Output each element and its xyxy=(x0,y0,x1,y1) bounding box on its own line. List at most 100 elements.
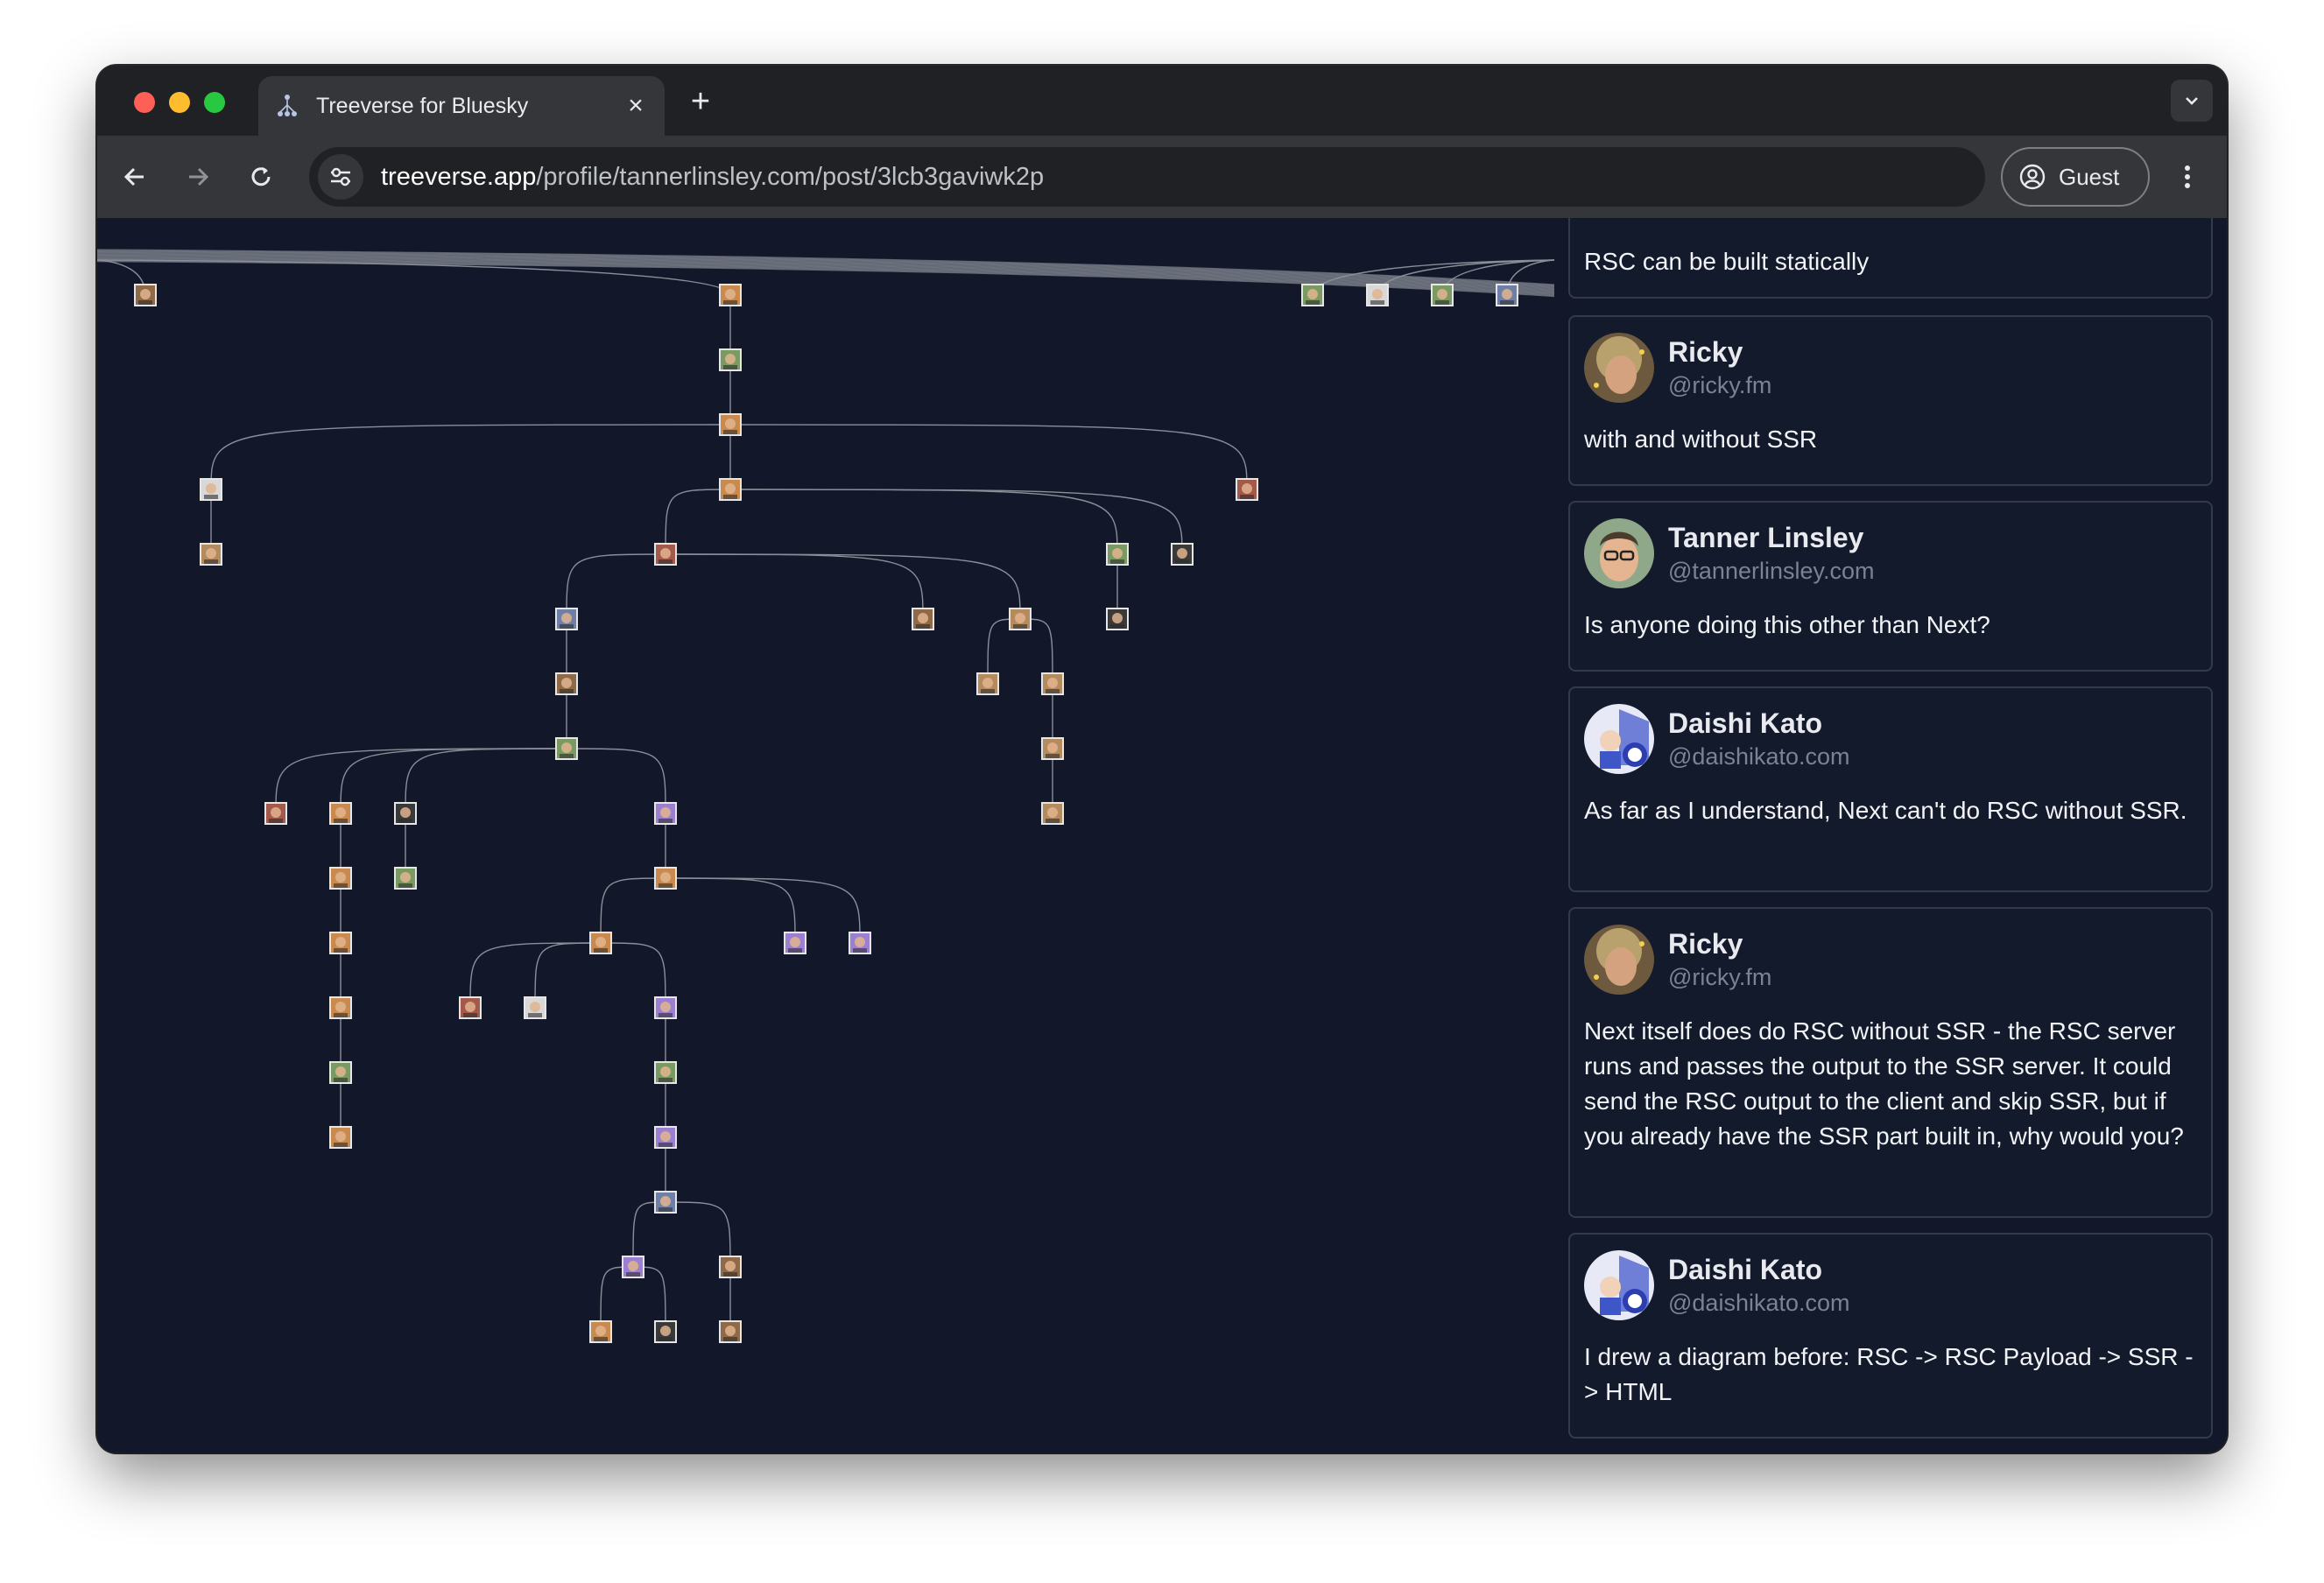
post-card[interactable]: Ricky @ricky.fm with and without SSR xyxy=(1568,315,2213,486)
handle[interactable]: @ricky.fm xyxy=(1668,961,1771,993)
address-bar[interactable]: treeverse.app/profile/tannerlinsley.com/… xyxy=(309,147,1985,207)
tanner-avatar-icon[interactable] xyxy=(1584,518,1654,588)
tree-node-avatar-icon[interactable] xyxy=(912,608,934,630)
tree-node-avatar-icon[interactable] xyxy=(849,932,871,954)
tree-node-avatar-icon[interactable] xyxy=(654,867,677,890)
tree-node-avatar-icon[interactable] xyxy=(329,802,352,825)
browser-menu-button[interactable] xyxy=(2167,157,2208,197)
tree-node-avatar-icon[interactable] xyxy=(589,932,612,954)
handle[interactable]: @daishikato.com xyxy=(1668,1287,1850,1319)
tree-node-avatar-icon[interactable] xyxy=(1496,284,1518,306)
display-name[interactable]: Tanner Linsley xyxy=(1668,520,1875,555)
tree-node-avatar-icon[interactable] xyxy=(524,996,546,1019)
tree-node-avatar-icon[interactable] xyxy=(329,1126,352,1149)
thread-sidebar: RSC can be built statically Ricky @ricky… xyxy=(1568,218,2213,1453)
daishi-avatar-icon[interactable] xyxy=(1584,1250,1654,1320)
handle[interactable]: @tannerlinsley.com xyxy=(1668,555,1875,587)
tab-strip: Treeverse for Bluesky × + xyxy=(97,66,2227,136)
tree-node-avatar-icon[interactable] xyxy=(1431,284,1454,306)
thread-tree[interactable] xyxy=(97,218,1554,1453)
handle[interactable]: @daishikato.com xyxy=(1668,741,1850,772)
tree-node-avatar-icon[interactable] xyxy=(654,1061,677,1084)
tree-edge xyxy=(665,877,796,944)
more-vert-icon xyxy=(2185,165,2190,188)
ricky-avatar-icon[interactable] xyxy=(1584,925,1654,995)
tree-node-avatar-icon[interactable] xyxy=(200,543,222,566)
profile-button[interactable]: Guest xyxy=(2001,147,2150,207)
tab-search-button[interactable] xyxy=(2171,80,2213,122)
display-name[interactable]: Daishi Kato xyxy=(1668,706,1850,741)
tree-edge xyxy=(729,424,1248,490)
display-name[interactable]: Ricky xyxy=(1668,334,1771,369)
tree-node-avatar-icon[interactable] xyxy=(394,867,417,890)
partial-post-card[interactable]: RSC can be built statically xyxy=(1568,218,2213,299)
tree-node-avatar-icon[interactable] xyxy=(394,802,417,825)
back-button[interactable] xyxy=(115,157,155,197)
tree-node-avatar-icon[interactable] xyxy=(329,867,352,890)
arrow-left-icon xyxy=(123,167,144,186)
post-card[interactable]: Daishi Kato @daishikato.com I drew a dia… xyxy=(1568,1233,2213,1439)
handle[interactable]: @ricky.fm xyxy=(1668,369,1771,401)
tree-edge xyxy=(729,489,1118,555)
tree-node-avatar-icon[interactable] xyxy=(719,478,742,501)
tree-node-avatar-icon[interactable] xyxy=(329,996,352,1019)
tree-node-avatar-icon[interactable] xyxy=(264,802,287,825)
tree-node-avatar-icon[interactable] xyxy=(654,996,677,1019)
tree-node-avatar-icon[interactable] xyxy=(654,543,677,566)
post-text: RSC can be built statically xyxy=(1584,248,1870,275)
tree-node-avatar-icon[interactable] xyxy=(1041,737,1064,760)
daishi-avatar-icon[interactable] xyxy=(1584,704,1654,774)
site-info-button[interactable] xyxy=(318,154,363,200)
tree-node-avatar-icon[interactable] xyxy=(329,932,352,954)
tree-node-avatar-icon[interactable] xyxy=(555,608,578,630)
close-tab-icon[interactable]: × xyxy=(623,93,649,119)
tree-node-avatar-icon[interactable] xyxy=(1366,284,1389,306)
new-tab-button[interactable]: + xyxy=(680,81,721,122)
tab-treeverse[interactable]: Treeverse for Bluesky × xyxy=(258,76,665,136)
tree-node-avatar-icon[interactable] xyxy=(976,672,999,695)
tree-node-avatar-icon[interactable] xyxy=(1106,543,1129,566)
tree-node-avatar-icon[interactable] xyxy=(622,1256,644,1278)
tree-node-avatar-icon[interactable] xyxy=(719,413,742,436)
tree-node-avatar-icon[interactable] xyxy=(1171,543,1194,566)
tree-node-avatar-icon[interactable] xyxy=(654,1320,677,1343)
tree-node-avatar-icon[interactable] xyxy=(200,478,222,501)
tree-node-avatar-icon[interactable] xyxy=(1301,284,1324,306)
display-name[interactable]: Ricky xyxy=(1668,926,1771,961)
tree-node-avatar-icon[interactable] xyxy=(1009,608,1032,630)
arrow-right-icon xyxy=(189,167,209,186)
tree-node-avatar-icon[interactable] xyxy=(719,284,742,306)
tree-node-avatar-icon[interactable] xyxy=(1041,802,1064,825)
forward-button[interactable] xyxy=(178,157,218,197)
tree-node-avatar-icon[interactable] xyxy=(654,1126,677,1149)
tree-node-avatar-icon[interactable] xyxy=(1041,672,1064,695)
tree-node-avatar-icon[interactable] xyxy=(134,284,157,306)
reload-button[interactable] xyxy=(241,157,281,197)
minimize-window-button[interactable] xyxy=(169,92,190,113)
tree-node-avatar-icon[interactable] xyxy=(555,737,578,760)
tree-node-avatar-icon[interactable] xyxy=(1236,478,1258,501)
tree-node-avatar-icon[interactable] xyxy=(555,672,578,695)
tree-node-avatar-icon[interactable] xyxy=(719,1256,742,1278)
post-card[interactable]: Ricky @ricky.fm Next itself does do RSC … xyxy=(1568,907,2213,1218)
treeverse-logo-icon xyxy=(278,95,297,116)
post-card[interactable]: Tanner Linsley @tannerlinsley.com Is any… xyxy=(1568,501,2213,672)
tree-node-avatar-icon[interactable] xyxy=(329,1061,352,1084)
close-window-button[interactable] xyxy=(134,92,155,113)
tree-node-avatar-icon[interactable] xyxy=(589,1320,612,1343)
maximize-window-button[interactable] xyxy=(204,92,225,113)
reload-icon xyxy=(251,167,271,186)
tree-edge xyxy=(665,553,1021,620)
tree-node-avatar-icon[interactable] xyxy=(784,932,806,954)
display-name[interactable]: Daishi Kato xyxy=(1668,1252,1850,1287)
tree-node-avatar-icon[interactable] xyxy=(654,1191,677,1214)
tree-node-avatar-icon[interactable] xyxy=(1106,608,1129,630)
post-card[interactable]: Daishi Kato @daishikato.com As far as I … xyxy=(1568,686,2213,892)
tree-node-avatar-icon[interactable] xyxy=(459,996,482,1019)
post-text: with and without SSR xyxy=(1584,426,1818,453)
tree-node-avatar-icon[interactable] xyxy=(719,348,742,371)
ricky-avatar-icon[interactable] xyxy=(1584,333,1654,403)
tree-node-avatar-icon[interactable] xyxy=(654,802,677,825)
thread-tree-canvas[interactable] xyxy=(97,218,1554,1453)
tree-node-avatar-icon[interactable] xyxy=(719,1320,742,1343)
